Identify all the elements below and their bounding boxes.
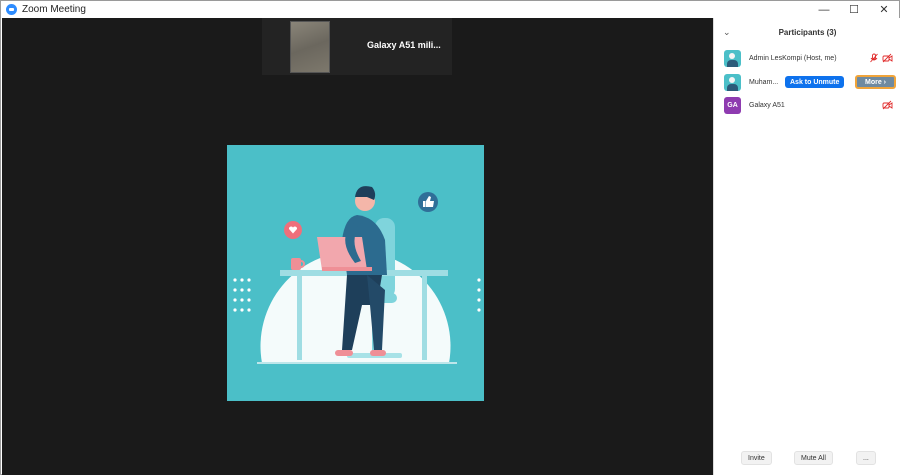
participant-row[interactable]: Muham... Ask to Unmute More › <box>714 71 900 93</box>
participant-status <box>882 100 893 110</box>
close-button[interactable]: ✕ <box>869 1 899 18</box>
avatar <box>724 49 741 67</box>
thumbnail-strip[interactable]: Galaxy A51 mili... <box>262 18 452 75</box>
participants-footer: Invite Mute All ... <box>714 451 900 467</box>
invite-button[interactable]: Invite <box>741 451 772 465</box>
participants-panel: ⌄ Participants (3) Admin LesKompi (Host,… <box>713 18 900 475</box>
participant-status <box>869 53 893 63</box>
participants-header: ⌄ Participants (3) <box>714 18 900 48</box>
person-at-laptop-illustration <box>227 145 484 401</box>
participant-name: Muham... <box>749 78 779 86</box>
participant-more-button[interactable]: More › <box>855 75 896 89</box>
more-options-button[interactable]: ... <box>856 451 876 465</box>
maximize-button[interactable]: ☐ <box>839 1 869 18</box>
participant-name: Admin LesKompi (Host, me) <box>749 54 837 62</box>
participants-title: Participants (3) <box>778 28 837 37</box>
participant-row[interactable]: Admin LesKompi (Host, me) <box>714 47 900 69</box>
participant-name: Galaxy A51 <box>749 101 785 109</box>
avatar: GA <box>724 96 741 114</box>
video-area: Galaxy A51 mili... <box>2 18 713 475</box>
video-off-icon <box>882 100 893 110</box>
minimize-button[interactable]: — <box>809 1 839 18</box>
ask-to-unmute-button[interactable]: Ask to Unmute <box>785 76 845 88</box>
zoom-window: Zoom Meeting — ☐ ✕ Galaxy A51 mili... ⌄ … <box>0 0 900 475</box>
thumbnail-name: Galaxy A51 mili... <box>367 40 441 50</box>
title-bar: Zoom Meeting — ☐ ✕ <box>1 1 899 18</box>
thumbnail-video <box>290 21 330 73</box>
participant-row[interactable]: GA Galaxy A51 <box>714 94 900 116</box>
zoom-app-icon <box>6 4 17 15</box>
mute-all-button[interactable]: Mute All <box>794 451 833 465</box>
window-title: Zoom Meeting <box>22 4 86 15</box>
video-off-icon <box>882 53 893 63</box>
active-speaker-video <box>227 145 484 401</box>
avatar <box>724 73 741 91</box>
window-controls: — ☐ ✕ <box>809 1 899 18</box>
mic-muted-icon <box>870 53 878 63</box>
